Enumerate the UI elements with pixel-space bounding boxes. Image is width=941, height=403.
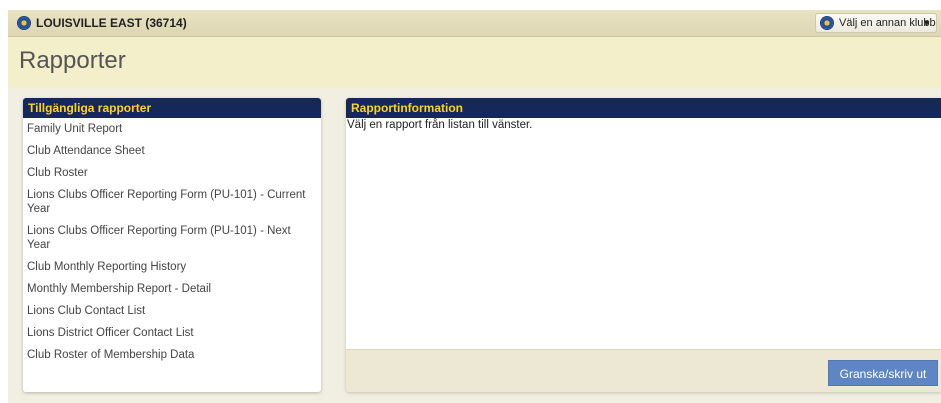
available-reports-panel: Tillgängliga rapporter Family Unit Repor… [23,98,321,392]
report-list: Family Unit Report Club Attendance Sheet… [23,118,321,364]
report-item-club-attendance-sheet[interactable]: Club Attendance Sheet [23,143,321,160]
report-item-officer-form-next-year[interactable]: Lions Clubs Officer Reporting Form (PU-1… [23,223,321,254]
report-information-panel: Rapportinformation Välj en rapport från … [346,98,941,392]
report-item-district-officer-contact-list[interactable]: Lions District Officer Contact List [23,325,321,342]
report-item-monthly-reporting-history[interactable]: Club Monthly Reporting History [23,259,321,276]
switch-club-button[interactable]: Välj en annan klubb ▼ [815,13,937,33]
club-name: LOUISVILLE EAST (36714) [36,16,187,30]
lions-logo-icon [821,17,833,29]
report-item-club-contact-list[interactable]: Lions Club Contact List [23,303,321,320]
report-item-officer-form-current-year[interactable]: Lions Clubs Officer Reporting Form (PU-1… [23,187,321,218]
lions-logo-icon [18,17,30,29]
chevron-down-icon: ▼ [922,18,931,28]
report-item-family-unit[interactable]: Family Unit Report [23,121,321,138]
content-area: Tillgängliga rapporter Family Unit Repor… [8,88,941,403]
available-reports-header: Tillgängliga rapporter [23,98,321,118]
app-frame: LOUISVILLE EAST (36714) Välj en annan kl… [8,10,941,403]
preview-print-button[interactable]: Granska/skriv ut [828,360,938,386]
club-bar: LOUISVILLE EAST (36714) Välj en annan kl… [8,10,941,37]
report-information-header: Rapportinformation [346,98,941,118]
report-information-message: Välj en rapport från listan till vänster… [347,119,533,131]
report-item-club-roster[interactable]: Club Roster [23,165,321,182]
report-panel-footer: Granska/skriv ut [346,349,941,392]
report-item-monthly-membership-detail[interactable]: Monthly Membership Report - Detail [23,281,321,298]
page-title: Rapporter [19,47,126,74]
report-item-roster-membership-data[interactable]: Club Roster of Membership Data [23,347,321,364]
